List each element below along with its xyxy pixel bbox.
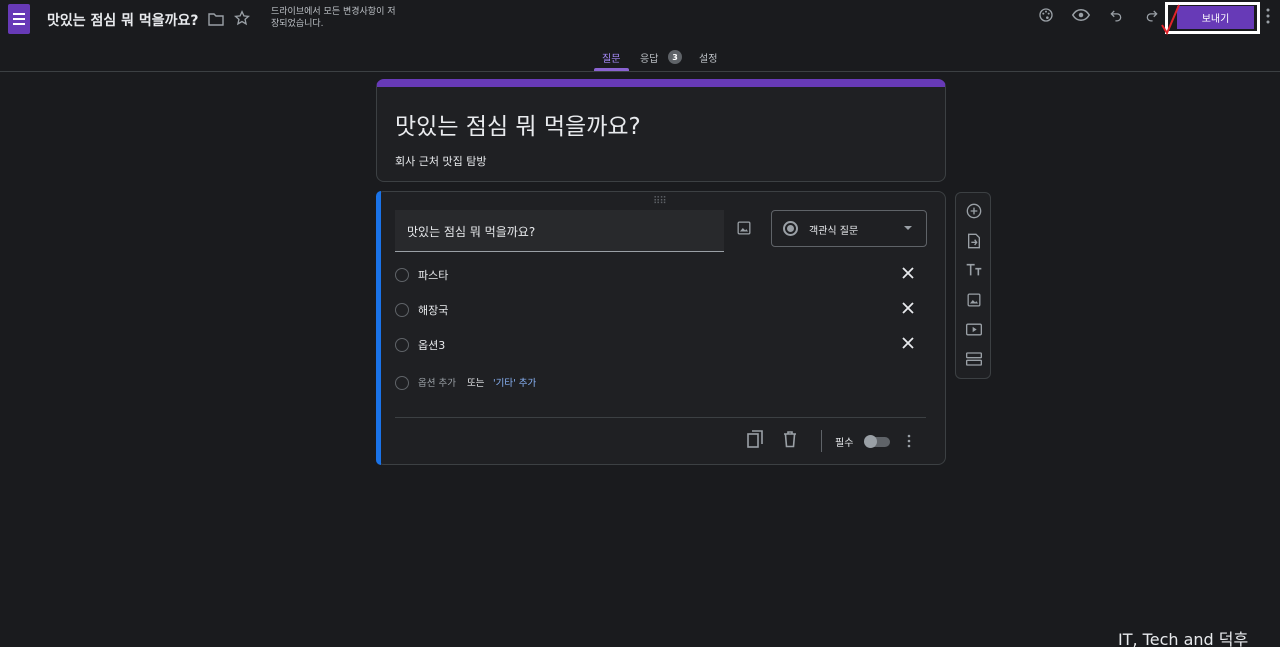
active-card-indicator: [376, 191, 381, 465]
option-radio: [395, 268, 409, 282]
question-type-label: 객관식 질문: [809, 226, 859, 237]
tab-settings[interactable]: 설정: [699, 50, 717, 65]
form-title[interactable]: 맛있는 점심 뭐 먹을까요?: [395, 107, 641, 141]
tab-responses[interactable]: 응답: [640, 50, 658, 65]
option-row[interactable]: 옵션3: [395, 333, 925, 357]
footer-separator: [821, 430, 822, 452]
floating-toolbar: [955, 192, 991, 379]
document-title[interactable]: 맛있는 점심 뭐 먹을까요?: [47, 10, 199, 30]
option-label[interactable]: 해장국: [418, 302, 448, 318]
add-video-icon[interactable]: [964, 319, 984, 339]
delete-icon[interactable]: [783, 430, 797, 452]
undo-icon[interactable]: [1106, 5, 1126, 25]
star-icon[interactable]: [232, 8, 252, 28]
remove-option-icon[interactable]: [901, 335, 915, 354]
eye-icon[interactable]: [1071, 5, 1091, 25]
add-section-icon[interactable]: [964, 349, 984, 369]
option-label[interactable]: 파스타: [418, 267, 448, 283]
top-bar: 맛있는 점심 뭐 먹을까요? 드라이브에서 모든 변경사항이 저장되었습니다. …: [0, 0, 1280, 72]
option-row[interactable]: 파스타: [395, 263, 925, 287]
question-type-dropdown[interactable]: 객관식 질문: [771, 210, 927, 247]
more-vert-icon[interactable]: [1265, 8, 1271, 28]
remove-option-icon[interactable]: [901, 300, 915, 319]
more-vert-icon[interactable]: [906, 433, 912, 452]
redo-icon[interactable]: [1142, 5, 1162, 25]
active-tab-indicator: [594, 68, 629, 71]
option-row[interactable]: 해장국: [395, 298, 925, 322]
divider: [395, 417, 926, 418]
add-image-icon[interactable]: [964, 290, 984, 310]
remove-option-icon[interactable]: [901, 265, 915, 284]
add-image-icon[interactable]: [737, 220, 751, 239]
form-header-card[interactable]: 맛있는 점심 뭐 먹을까요? 회사 근처 맛집 탐방: [376, 79, 946, 182]
add-title-icon[interactable]: [964, 260, 984, 280]
save-status: 드라이브에서 모든 변경사항이 저장되었습니다.: [271, 7, 396, 29]
question-title-text: 맛있는 점심 뭐 먹을까요?: [407, 225, 536, 239]
option-radio: [395, 376, 409, 390]
required-label: 필수: [835, 438, 854, 449]
duplicate-icon[interactable]: [747, 430, 763, 452]
dropdown-caret-icon: [904, 226, 912, 230]
question-title-input[interactable]: 맛있는 점심 뭐 먹을까요?: [395, 210, 724, 252]
tab-questions[interactable]: 질문: [602, 50, 620, 65]
channel-watermark: IT, Tech and 덕후: [1118, 630, 1249, 647]
add-option-row: 옵션 추가 또는 '기타' 추가: [395, 371, 695, 395]
form-description[interactable]: 회사 근처 맛집 탐방: [395, 153, 486, 169]
google-forms-icon[interactable]: [8, 4, 30, 34]
option-radio: [395, 303, 409, 317]
folder-icon[interactable]: [206, 9, 226, 29]
add-question-icon[interactable]: [964, 201, 984, 221]
palette-icon[interactable]: [1036, 5, 1056, 25]
send-button[interactable]: 보내기: [1177, 6, 1254, 29]
or-text: 또는: [467, 378, 485, 389]
option-radio: [395, 338, 409, 352]
drag-handle-icon[interactable]: ⠿⠿: [653, 196, 667, 207]
add-option-link[interactable]: 옵션 추가: [418, 375, 456, 389]
option-label[interactable]: 옵션3: [418, 337, 445, 353]
import-questions-icon[interactable]: [964, 231, 984, 251]
question-card[interactable]: ⠿⠿ 맛있는 점심 뭐 먹을까요? 객관식 질문 파스타 해장국 옵션3 옵션 …: [376, 191, 946, 465]
required-toggle[interactable]: [864, 435, 890, 448]
checkmark-annotation-icon: [1160, 3, 1182, 39]
radio-button-icon: [783, 221, 798, 236]
responses-count-badge: 3: [668, 50, 682, 64]
add-other-link[interactable]: '기타' 추가: [493, 375, 536, 389]
